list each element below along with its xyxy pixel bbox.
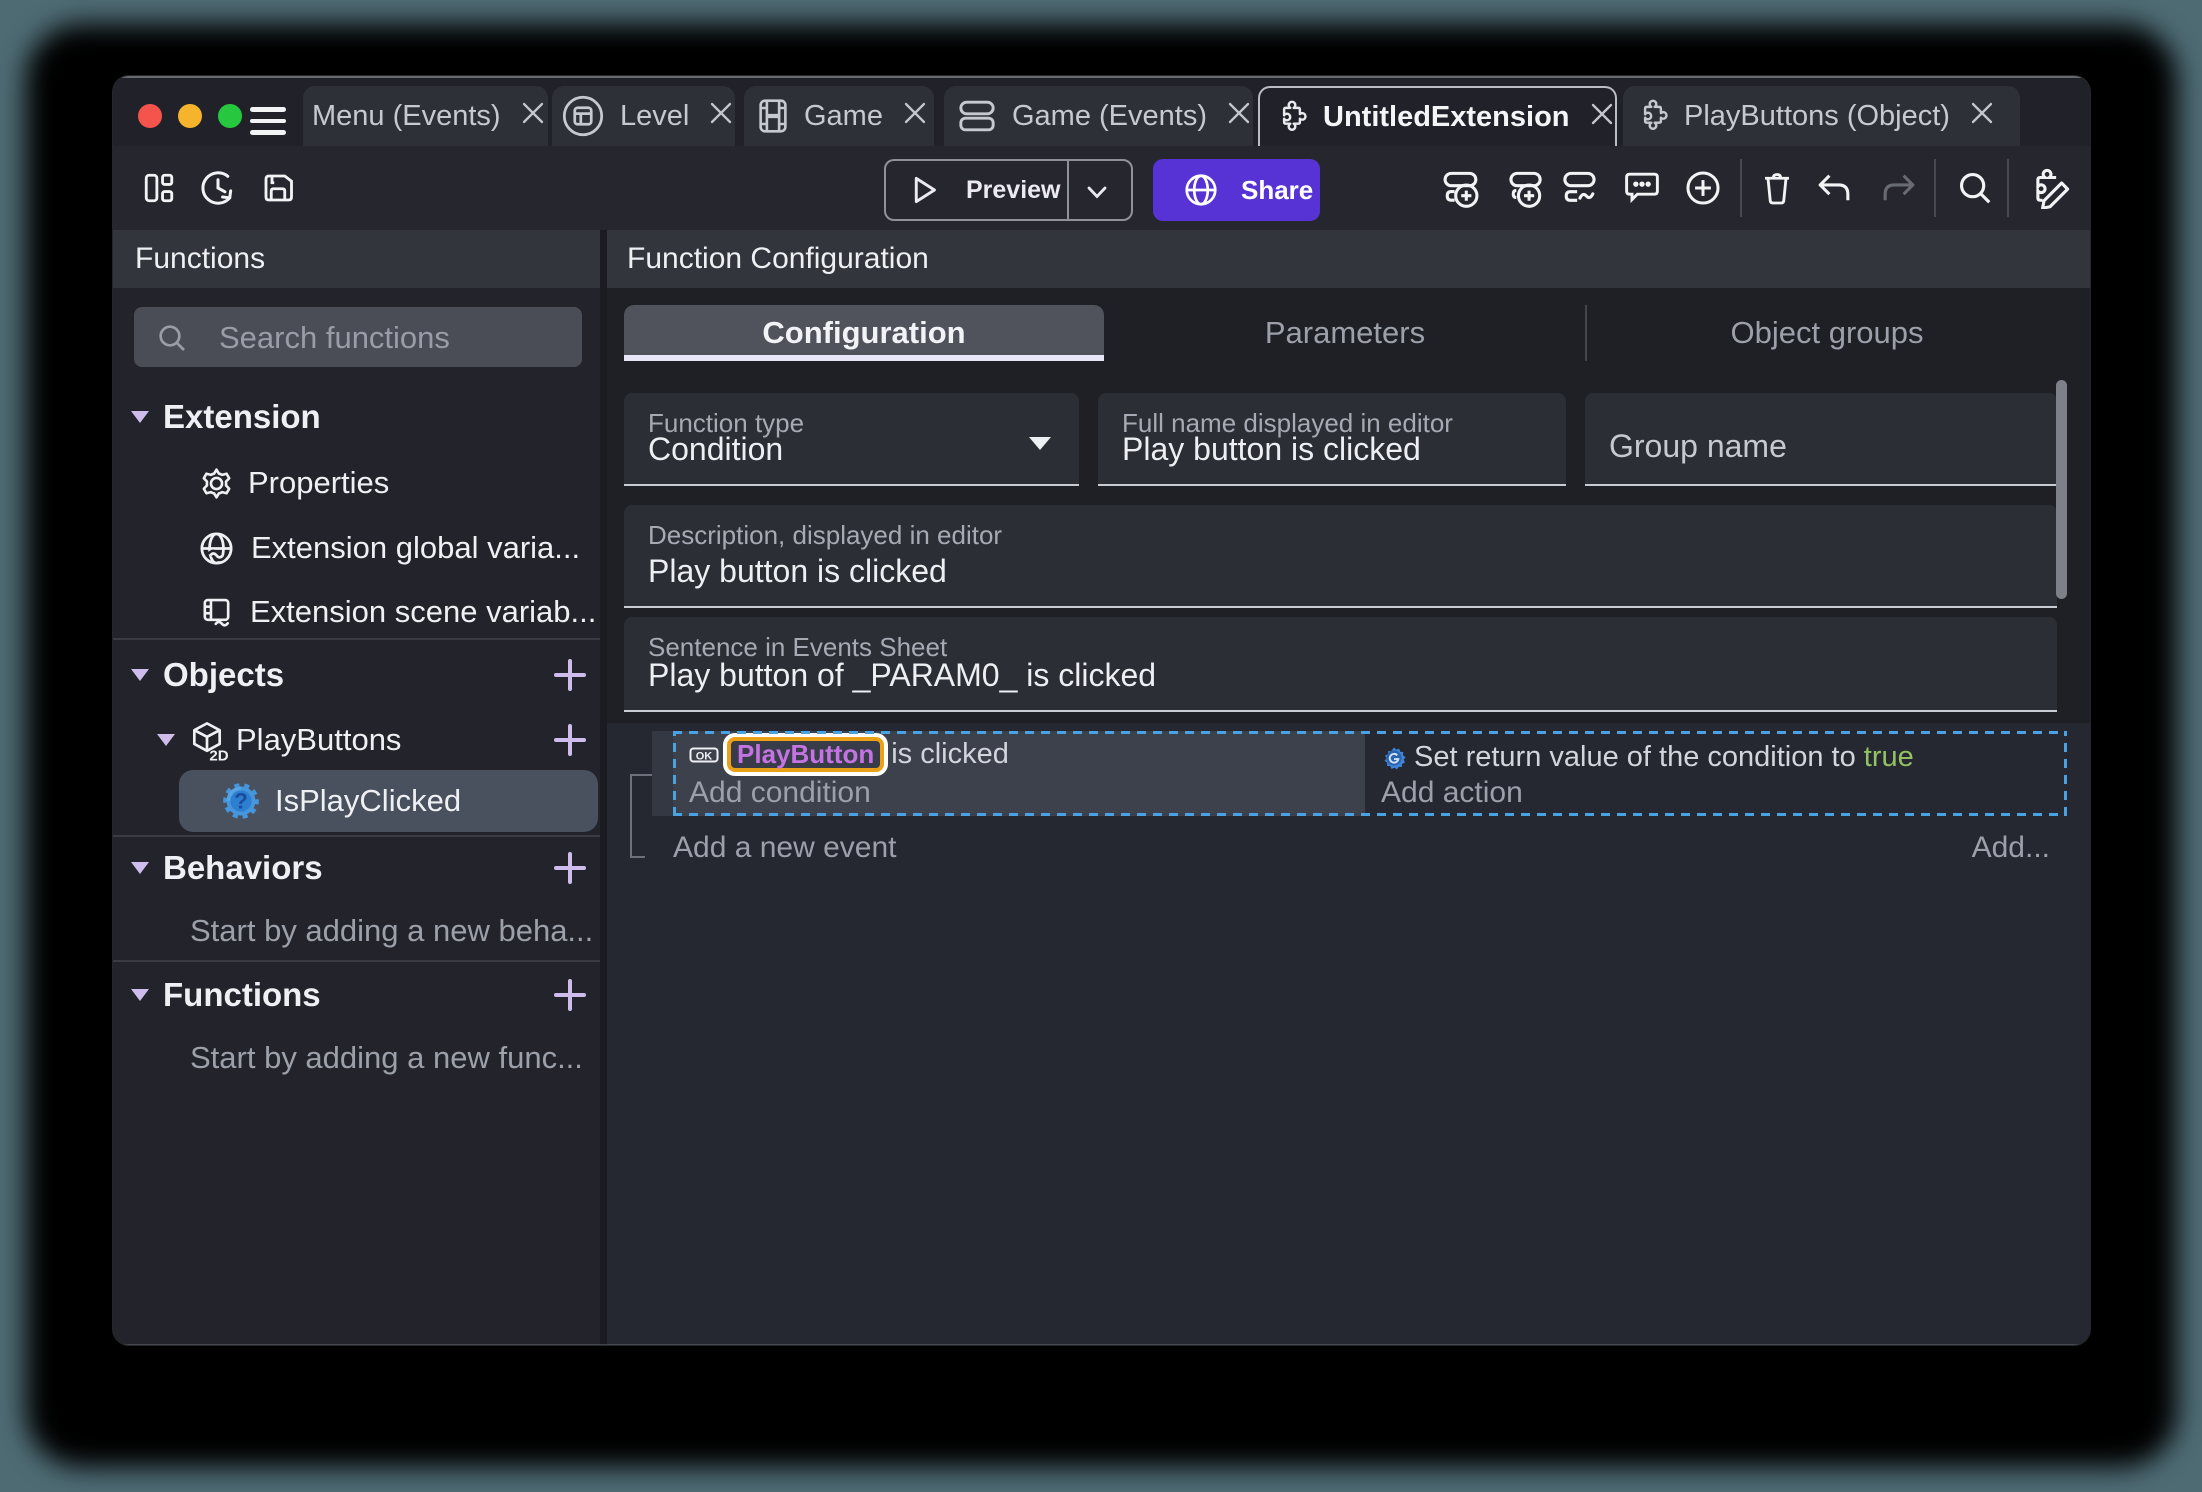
svg-text:2D: 2D [209,748,228,765]
svg-text:?: ? [234,789,248,814]
